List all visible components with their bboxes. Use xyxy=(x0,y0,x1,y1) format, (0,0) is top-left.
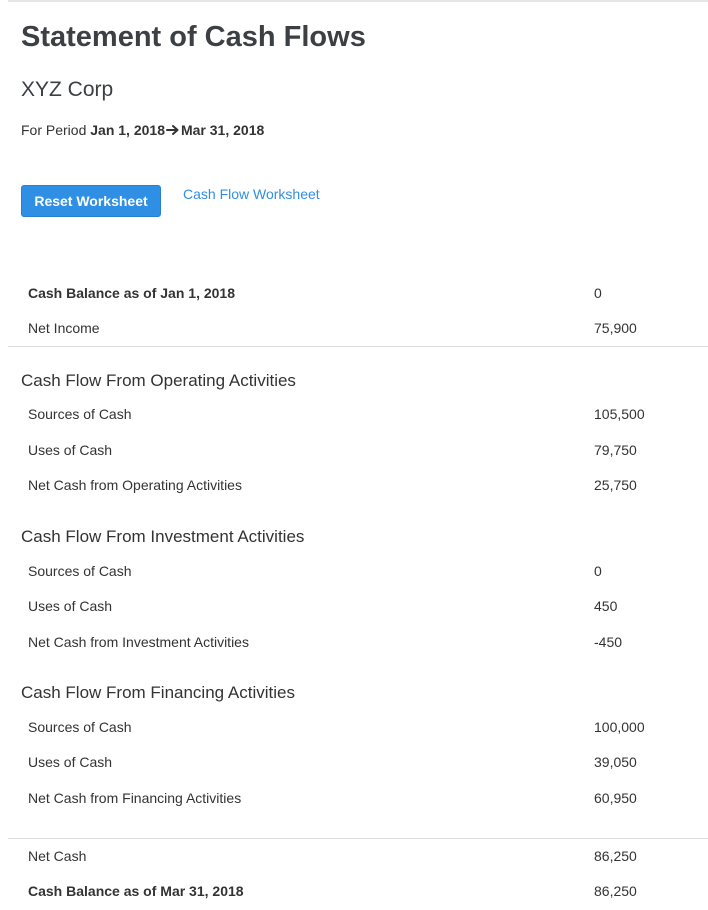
operating-sources-row: Sources of Cash 105,500 xyxy=(0,404,708,424)
investment-uses-row: Uses of Cash 450 xyxy=(0,596,708,616)
investment-net-value: -450 xyxy=(594,634,623,650)
financing-sources-value: 100,000 xyxy=(594,719,645,735)
financing-sources-row: Sources of Cash 100,000 xyxy=(0,717,708,737)
investment-net-row: Net Cash from Investment Activities -450 xyxy=(0,632,708,652)
period-end: Mar 31, 2018 xyxy=(180,122,265,138)
reset-worksheet-button[interactable]: Reset Worksheet xyxy=(21,185,161,217)
net-income-label: Net Income xyxy=(28,320,100,336)
opening-balance-label: Cash Balance as of Jan 1, 2018 xyxy=(28,285,235,301)
investment-uses-value: 450 xyxy=(594,598,618,614)
company-name: XYZ Corp xyxy=(21,78,114,101)
net-cash-value: 86,250 xyxy=(594,848,637,864)
financing-net-value: 60,950 xyxy=(594,790,637,806)
financing-net-row: Net Cash from Financing Activities 60,95… xyxy=(0,788,708,808)
financing-sources-label: Sources of Cash xyxy=(28,719,132,735)
operating-heading: Cash Flow From Operating Activities xyxy=(21,371,296,390)
operating-sources-label: Sources of Cash xyxy=(28,406,132,422)
operating-net-value: 25,750 xyxy=(594,477,637,493)
divider xyxy=(8,838,708,839)
financing-uses-row: Uses of Cash 39,050 xyxy=(0,752,708,772)
period-start: Jan 1, 2018 xyxy=(90,122,165,138)
page-title: Statement of Cash Flows xyxy=(21,21,366,53)
opening-balance-row: Cash Balance as of Jan 1, 2018 0 xyxy=(0,283,708,303)
opening-balance-value: 0 xyxy=(594,285,602,301)
investment-sources-label: Sources of Cash xyxy=(28,563,132,579)
financing-uses-value: 39,050 xyxy=(594,754,637,770)
financing-net-label: Net Cash from Financing Activities xyxy=(28,790,242,806)
financing-heading: Cash Flow From Financing Activities xyxy=(21,683,295,702)
arrow-right-icon xyxy=(165,125,179,135)
period-range: For Period Jan 1, 2018 Mar 31, 2018 xyxy=(21,121,264,139)
investment-uses-label: Uses of Cash xyxy=(28,598,113,614)
operating-net-row: Net Cash from Operating Activities 25,75… xyxy=(0,475,708,495)
operating-uses-label: Uses of Cash xyxy=(28,442,113,458)
investment-net-label: Net Cash from Investment Activities xyxy=(28,634,249,650)
net-income-row: Net Income 75,900 xyxy=(0,318,708,338)
investment-sources-row: Sources of Cash 0 xyxy=(0,561,708,581)
net-cash-row: Net Cash 86,250 xyxy=(0,846,708,866)
operating-uses-row: Uses of Cash 79,750 xyxy=(0,440,708,460)
financing-uses-label: Uses of Cash xyxy=(28,754,113,770)
closing-balance-value: 86,250 xyxy=(594,883,637,899)
period-prefix: For Period xyxy=(21,122,87,138)
net-cash-label: Net Cash xyxy=(28,848,87,864)
closing-balance-label: Cash Balance as of Mar 31, 2018 xyxy=(28,883,244,899)
investment-sources-value: 0 xyxy=(594,563,602,579)
operating-uses-value: 79,750 xyxy=(594,442,637,458)
net-income-value: 75,900 xyxy=(594,320,637,336)
top-border xyxy=(8,0,708,2)
operating-sources-value: 105,500 xyxy=(594,406,645,422)
divider xyxy=(8,346,708,347)
operating-net-label: Net Cash from Operating Activities xyxy=(28,477,242,493)
investment-heading: Cash Flow From Investment Activities xyxy=(21,527,305,546)
cash-flow-worksheet-link[interactable]: Cash Flow Worksheet xyxy=(183,186,320,203)
closing-balance-row: Cash Balance as of Mar 31, 2018 86,250 xyxy=(0,881,708,901)
